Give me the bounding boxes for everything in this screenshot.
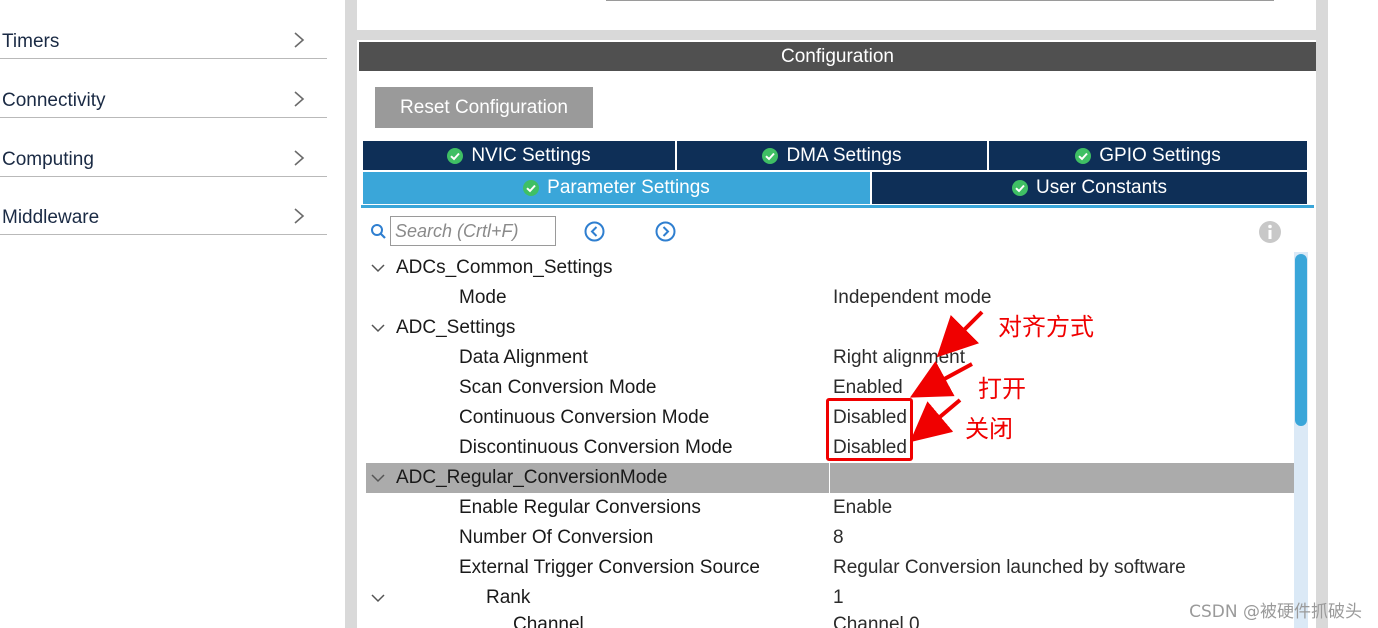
category-computing[interactable]: Computing (0, 118, 327, 177)
param-name: Rank (486, 587, 531, 608)
param-name: Scan Conversion Mode (459, 377, 657, 398)
category-label: Computing (2, 149, 94, 170)
tab-label: DMA Settings (786, 144, 902, 166)
chevron-down-icon[interactable] (371, 592, 385, 604)
group-row-adc-regular-conversionmode[interactable]: ADC_Regular_ConversionMode (366, 463, 1294, 493)
param-value[interactable]: Channel 0 (833, 614, 920, 628)
param-name: Channel (513, 614, 584, 628)
category-label: Middleware (2, 207, 100, 228)
chevron-right-icon (294, 91, 305, 107)
param-name: ADC_Regular_ConversionMode (396, 467, 668, 488)
category-timers[interactable]: Timers (0, 0, 327, 59)
param-name: External Trigger Conversion Source (459, 557, 760, 578)
param-value[interactable]: Regular Conversion launched by software (833, 557, 1186, 579)
tab-label: GPIO Settings (1099, 144, 1221, 166)
param-value[interactable]: Enabled (833, 377, 903, 399)
param-name: ADCs_Common_Settings (396, 257, 613, 278)
group-row-rank[interactable]: Rank 1 (366, 583, 1294, 613)
chevron-right-icon (294, 150, 305, 166)
arrow-open (909, 360, 973, 398)
previous-icon[interactable] (584, 221, 605, 242)
chevron-down-icon[interactable] (371, 322, 385, 334)
param-name: Discontinuous Conversion Mode (459, 437, 733, 458)
param-row-mode[interactable]: Mode Independent mode (366, 283, 1294, 313)
column-separator (829, 463, 830, 493)
chevron-right-icon (294, 32, 305, 48)
param-row-number-of-conversion[interactable]: Number Of Conversion 8 (366, 523, 1294, 553)
group-row-adc-settings[interactable]: ADC_Settings (366, 313, 1294, 343)
check-circle-icon (447, 147, 464, 164)
arrow-close (909, 398, 962, 443)
top-panel-bottom-border (357, 30, 1316, 40)
param-value[interactable]: 8 (833, 527, 844, 549)
tab-gpio-settings[interactable]: GPIO Settings (989, 141, 1307, 170)
check-circle-icon (523, 180, 540, 196)
annotation-open-text: 打开 (978, 375, 1026, 403)
info-icon[interactable] (1258, 220, 1282, 244)
configuration-header: Configuration (359, 42, 1316, 71)
chevron-right-icon (294, 208, 305, 224)
search-icon (371, 224, 386, 239)
tab-label: User Constants (1036, 177, 1167, 198)
scrollbar-thumb[interactable] (1295, 254, 1307, 426)
chevron-down-icon[interactable] (371, 472, 385, 484)
category-label: Connectivity (2, 90, 106, 111)
param-name: Enable Regular Conversions (459, 497, 701, 518)
tab-user-constants[interactable]: User Constants (872, 172, 1307, 204)
tab-dma-settings[interactable]: DMA Settings (677, 141, 987, 170)
annotation-alignment-text: 对齐方式 (998, 313, 1094, 341)
category-middleware[interactable]: Middleware (0, 176, 327, 235)
param-name: Continuous Conversion Mode (459, 407, 710, 428)
watermark: CSDN @被硬件抓破头 (1189, 602, 1362, 622)
panel-divider (345, 0, 357, 628)
tab-label: Parameter Settings (547, 177, 710, 198)
param-name: Data Alignment (459, 347, 588, 368)
group-row-adcs-common-settings[interactable]: ADCs_Common_Settings (366, 253, 1294, 283)
param-name: Mode (459, 287, 507, 308)
category-label: Timers (2, 31, 60, 52)
check-circle-icon (1012, 180, 1029, 196)
arrow-alignment (936, 310, 984, 358)
search-input[interactable] (390, 216, 556, 246)
param-row-external-trigger-conversion-source[interactable]: External Trigger Conversion Source Regul… (366, 553, 1294, 583)
param-row-data-alignment[interactable]: Data Alignment Right alignment (366, 343, 1294, 373)
tab-parameter-settings[interactable]: Parameter Settings (363, 172, 870, 204)
panel-border-right (1316, 0, 1328, 628)
category-connectivity[interactable]: Connectivity (0, 59, 327, 118)
param-row-enable-regular-conversions[interactable]: Enable Regular Conversions Enable (366, 493, 1294, 523)
next-icon[interactable] (655, 221, 676, 242)
top-field-line (606, 0, 1274, 1)
param-value[interactable]: Enable (833, 497, 892, 519)
check-circle-icon (1075, 147, 1092, 164)
param-value[interactable]: 1 (833, 587, 844, 609)
chevron-down-icon[interactable] (371, 262, 385, 274)
tab-label: NVIC Settings (471, 144, 591, 166)
annotation-close-text: 关闭 (965, 415, 1013, 443)
reset-configuration-button[interactable]: Reset Configuration (375, 87, 593, 128)
check-circle-icon (762, 147, 779, 164)
param-row-channel[interactable]: Channel Channel 0 (366, 610, 1294, 628)
param-name: Number Of Conversion (459, 527, 654, 548)
tab-nvic-settings[interactable]: NVIC Settings (363, 141, 675, 170)
param-name: ADC_Settings (396, 317, 516, 338)
